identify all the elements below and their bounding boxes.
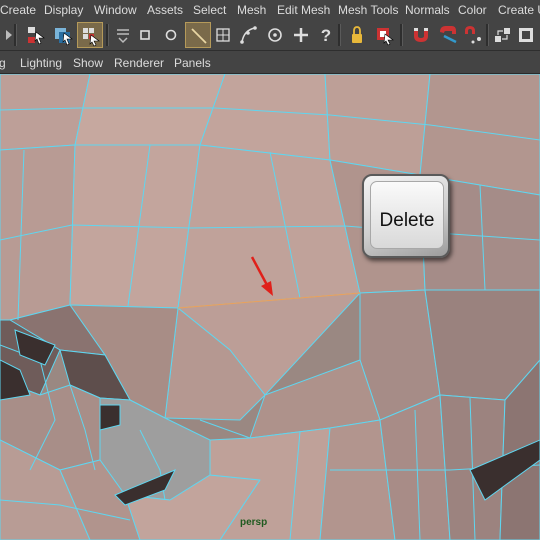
- perspective-viewport[interactable]: Delete persp: [0, 74, 540, 540]
- toolbar-separator: [338, 24, 341, 46]
- menu-mesh-tools[interactable]: Mesh Tools: [338, 3, 398, 17]
- menu-mesh[interactable]: Mesh: [237, 3, 266, 17]
- panel-menu-bar: g Lighting Show Renderer Panels: [0, 51, 540, 74]
- menu-window[interactable]: Window: [94, 3, 137, 17]
- panel-menu-lighting[interactable]: Lighting: [20, 56, 62, 70]
- toolbar-separator: [106, 24, 109, 46]
- panel-menu-panels[interactable]: Panels: [174, 56, 211, 70]
- help-icon[interactable]: ?: [313, 22, 339, 48]
- menu-edit-mesh[interactable]: Edit Mesh: [277, 3, 330, 17]
- delete-key-face: Delete: [370, 181, 444, 249]
- select-by-object-icon[interactable]: [51, 22, 77, 48]
- render-icon[interactable]: [514, 22, 540, 48]
- annotation-layer: [250, 256, 273, 296]
- delete-key-graphic: Delete: [362, 174, 450, 258]
- red-arrow-icon: [250, 256, 273, 296]
- svg-text:?: ?: [321, 26, 331, 45]
- panel-menu-shading[interactable]: g: [0, 56, 6, 70]
- select-by-hierarchy-icon[interactable]: [24, 22, 50, 48]
- menu-normals[interactable]: Normals: [405, 3, 450, 17]
- layout-icon[interactable]: [490, 22, 516, 48]
- delete-key-label: Delete: [379, 210, 435, 231]
- toolbar-separator: [486, 24, 489, 46]
- face-mode-icon[interactable]: [132, 22, 158, 48]
- uv-mode-icon[interactable]: [210, 22, 236, 48]
- menu-display[interactable]: Display: [44, 3, 83, 17]
- magnet-icon[interactable]: [408, 22, 434, 48]
- camera-name-label: persp: [240, 517, 268, 528]
- snap-point-icon[interactable]: [262, 22, 288, 48]
- main-menu-bar: Create Display Window Assets Select Mesh…: [0, 0, 540, 21]
- select-by-component-icon[interactable]: [77, 22, 103, 48]
- menu-create-uvs[interactable]: Create U: [498, 3, 540, 17]
- object-mode-icon[interactable]: [158, 22, 184, 48]
- soft-select-icon[interactable]: [460, 22, 486, 48]
- symmetry-magnet-icon[interactable]: [435, 22, 461, 48]
- status-toolbar: ?: [0, 20, 540, 51]
- edge-mode-icon[interactable]: [185, 22, 211, 48]
- toolbar-separator: [14, 24, 17, 46]
- menu-assets[interactable]: Assets: [147, 3, 183, 17]
- select-highlight-icon[interactable]: [372, 22, 398, 48]
- panel-menu-renderer[interactable]: Renderer: [114, 56, 164, 70]
- lock-icon[interactable]: [344, 22, 370, 48]
- panel-menu-show[interactable]: Show: [73, 56, 103, 70]
- snap-grid-icon[interactable]: [288, 22, 314, 48]
- menu-select[interactable]: Select: [193, 3, 226, 17]
- expand-arrow-icon[interactable]: [0, 22, 12, 48]
- curve-icon[interactable]: [236, 22, 262, 48]
- menu-create[interactable]: Create: [0, 3, 36, 17]
- toolbar-separator: [400, 24, 403, 46]
- menu-color[interactable]: Color: [458, 3, 487, 17]
